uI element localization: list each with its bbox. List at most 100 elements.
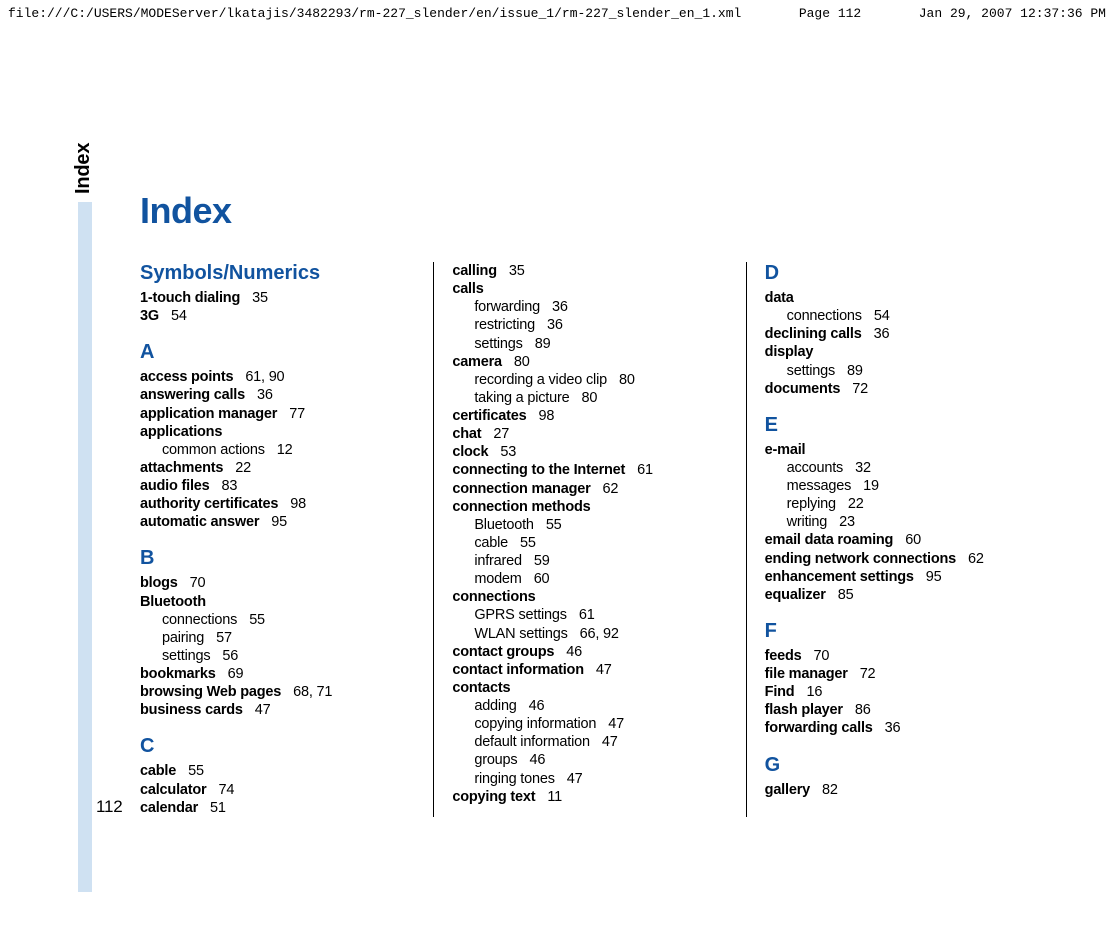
entry-pages: 36	[257, 387, 273, 403]
subentry-term: writing	[787, 514, 828, 530]
index-subentry: connections54	[787, 307, 1038, 325]
subentry-term: ringing tones	[474, 771, 554, 787]
side-tab-label: Index	[72, 143, 95, 194]
header-path: file:///C:/USERS/MODEServer/lkatajis/348…	[8, 6, 741, 21]
index-entry: Bluetooth	[140, 593, 413, 611]
index-subentry: copying information47	[474, 715, 725, 733]
entry-term: display	[765, 344, 814, 360]
entry-pages: 85	[838, 587, 854, 603]
index-entry: gallery82	[765, 781, 1038, 799]
subentry-term: adding	[474, 698, 516, 714]
index-entry: chat27	[452, 425, 725, 443]
entry-pages: 83	[222, 478, 238, 494]
section-letter: E	[765, 414, 1038, 437]
index-entry: calculator74	[140, 781, 413, 799]
entry-term: connecting to the Internet	[452, 462, 625, 478]
entry-term: automatic answer	[140, 514, 259, 530]
entry-term: camera	[452, 354, 502, 370]
entry-pages: 46	[566, 644, 582, 660]
subentry-pages: 89	[535, 336, 551, 352]
entry-term: access points	[140, 369, 233, 385]
subentry-term: WLAN settings	[474, 626, 567, 642]
index-entry: forwarding calls36	[765, 719, 1038, 737]
subentry-term: groups	[474, 752, 517, 768]
index-subentry: groups 46	[474, 751, 725, 769]
index-entry: clock53	[452, 443, 725, 461]
index-entry: bookmarks69	[140, 665, 413, 683]
entry-term: 3G	[140, 308, 159, 324]
index-subentry: WLAN settings66, 92	[474, 625, 725, 643]
subentry-term: settings	[162, 648, 210, 664]
subentry-pages: 46	[529, 752, 545, 768]
index-subentry: settings89	[787, 362, 1038, 380]
subentry-pages: 59	[534, 553, 550, 569]
subentry-pages: 32	[855, 460, 871, 476]
entry-pages: 82	[822, 782, 838, 798]
subentry-term: default information	[474, 734, 590, 750]
entry-term: contacts	[452, 680, 510, 696]
entry-pages: 36	[874, 326, 890, 342]
entry-pages: 47	[255, 702, 271, 718]
subentry-term: GPRS settings	[474, 607, 567, 623]
entry-term: calling	[452, 263, 497, 279]
index-subentry: accounts32	[787, 459, 1038, 477]
index-entry: data	[765, 289, 1038, 307]
subentry-pages: 61	[579, 607, 595, 623]
index-subentry: recording a video clip80	[474, 371, 725, 389]
subentry-term: settings	[474, 336, 522, 352]
page-number: 112	[96, 797, 123, 816]
index-entry: certificates98	[452, 407, 725, 425]
entry-term: business cards	[140, 702, 243, 718]
index-entry: equalizer 85	[765, 586, 1038, 604]
entry-term: calls	[452, 281, 483, 297]
index-entry: connecting to the Internet 61	[452, 461, 725, 479]
entry-term: data	[765, 290, 794, 306]
index-entry: connection methods	[452, 498, 725, 516]
index-entry: business cards 47	[140, 701, 413, 719]
index-entry: automatic answer95	[140, 513, 413, 531]
subentry-term: Bluetooth	[474, 517, 533, 533]
index-subentry: GPRS settings 61	[474, 606, 725, 624]
index-subentry: pairing57	[162, 629, 413, 647]
entry-pages: 27	[493, 426, 509, 442]
index-entry: feeds70	[765, 647, 1038, 665]
index-subentry: replying22	[787, 495, 1038, 513]
index-entry: calling35	[452, 262, 725, 280]
subentry-term: settings	[787, 363, 835, 379]
index-subentry: common actions12	[162, 441, 413, 459]
entry-pages: 11	[547, 789, 562, 805]
entry-pages: 53	[500, 444, 516, 460]
entry-term: equalizer	[765, 587, 826, 603]
entry-term: connection manager	[452, 481, 590, 497]
index-entry: calls	[452, 280, 725, 298]
index-entry: 1-touch dialing35	[140, 289, 413, 307]
subentry-pages: 36	[547, 317, 563, 333]
section-letter: C	[140, 735, 413, 758]
index-entry: Find16	[765, 683, 1038, 701]
index-entry: declining calls 36	[765, 325, 1038, 343]
entry-term: declining calls	[765, 326, 862, 342]
entry-pages: 62	[603, 481, 619, 497]
entry-pages: 68, 71	[293, 684, 332, 700]
entry-term: email data roaming	[765, 532, 894, 548]
subentry-term: modem	[474, 571, 521, 587]
entry-term: browsing Web pages	[140, 684, 281, 700]
index-entry: enhancement settings 95	[765, 568, 1038, 586]
subentry-term: infrared	[474, 553, 522, 569]
entry-pages: 54	[171, 308, 187, 324]
entry-pages: 61	[637, 462, 653, 478]
subentry-term: copying information	[474, 716, 596, 732]
index-entry: e-mail	[765, 441, 1038, 459]
index-entry: contact information47	[452, 661, 725, 679]
subentry-pages: 56	[222, 648, 238, 664]
entry-term: enhancement settings	[765, 569, 914, 585]
entry-term: calculator	[140, 782, 207, 798]
entry-term: copying text	[452, 789, 535, 805]
index-subentry: restricting36	[474, 316, 725, 334]
entry-pages: 95	[926, 569, 942, 585]
subentry-pages: 47	[567, 771, 583, 787]
index-subentry: connections55	[162, 611, 413, 629]
index-column: calling35callsforwarding36restricting36s…	[433, 262, 745, 817]
entry-term: ending network connections	[765, 551, 956, 567]
subentry-term: pairing	[162, 630, 204, 646]
